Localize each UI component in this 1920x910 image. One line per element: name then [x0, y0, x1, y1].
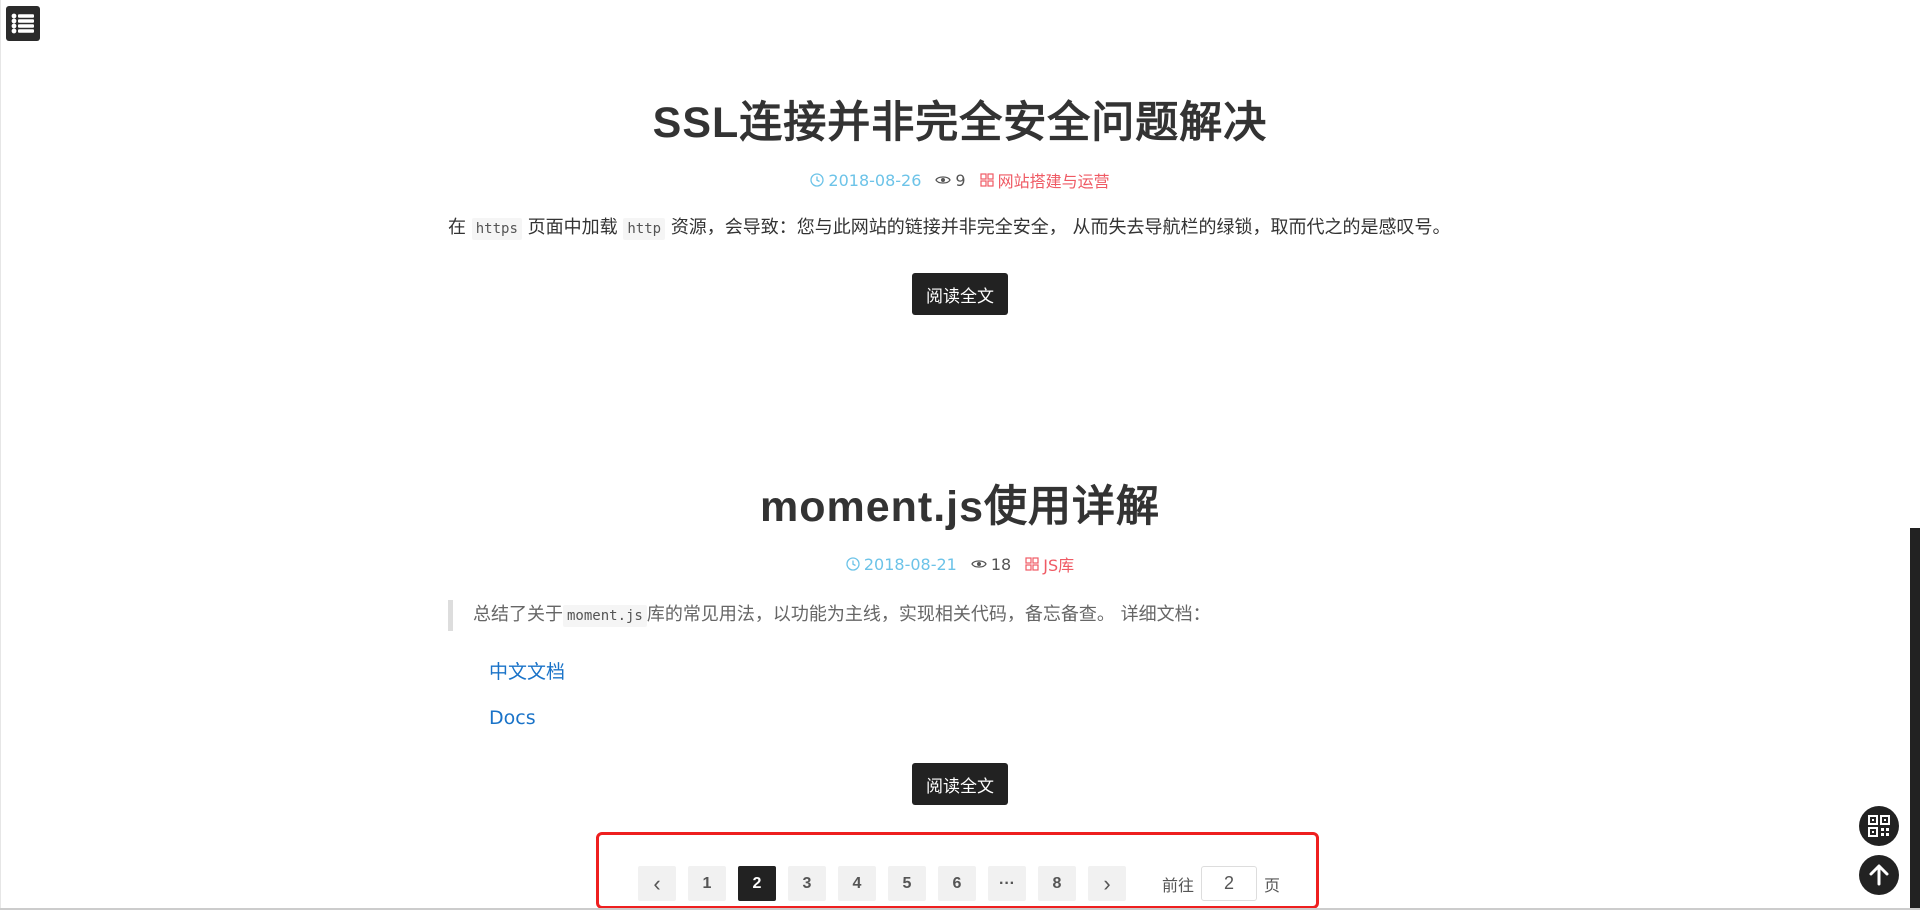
post-date: 2018-08-26 [810, 171, 921, 190]
excerpt-text: 库的常见用法，以功能为主线，实现相关代码，备忘备查。 详细文档： [646, 604, 1211, 625]
post-title[interactable]: SSL连接并非完全安全问题解决 [448, 88, 1472, 150]
post-date-text: 2018-08-26 [828, 170, 922, 190]
read-more-button[interactable]: 阅读全文 [912, 273, 1008, 315]
eye-icon [935, 176, 952, 184]
excerpt-text: 页面中加载 [527, 217, 618, 238]
more-pages-button[interactable]: ··· [988, 866, 1026, 901]
inline-code: http [623, 218, 666, 240]
prev-page-button[interactable]: ‹ [638, 866, 676, 901]
grid-icon [979, 173, 994, 187]
eye-icon [971, 560, 987, 568]
menu-button[interactable] [6, 6, 40, 41]
qrcode-button[interactable] [1859, 806, 1899, 846]
post-meta: 2018-08-21 18 JS库 [448, 552, 1472, 576]
scrollbar-thumb[interactable] [1910, 528, 1920, 910]
link-docs[interactable]: Docs [489, 695, 1472, 741]
excerpt-text: 在 [448, 217, 466, 238]
excerpt-text: 资源，会导致：您与此网站的链接并非完全安全， 从而失去导航栏的绿锁，取而代之的是… [670, 217, 1451, 238]
goto-page: 前往 页 [1162, 866, 1280, 901]
read-more-button[interactable]: 阅读全文 [912, 763, 1008, 805]
excerpt-text: 总结了关于 [473, 604, 563, 625]
post-date: 2018-08-21 [846, 555, 957, 574]
post-moment: moment.js使用详解 2018-08-21 18 JS库 总结了关于 mom… [448, 472, 1472, 805]
doc-links: 中文文档 Docs [448, 649, 1472, 741]
page-6-button[interactable]: 6 [938, 866, 976, 901]
post-views-count: 18 [990, 554, 1012, 574]
link-chinese-docs[interactable]: 中文文档 [489, 649, 1472, 695]
chevron-right-icon: › [1103, 870, 1111, 896]
inline-code: https [471, 218, 522, 240]
page-1-button[interactable]: 1 [688, 866, 726, 901]
inline-code: moment.js [563, 605, 647, 627]
post-excerpt: 在 https 页面中加载 http 资源，会导致：您与此网站的链接并非完全安全… [448, 208, 1472, 249]
page-3-button[interactable]: 3 [788, 866, 826, 901]
menu-icon [11, 13, 34, 33]
post-blockquote: 总结了关于 moment.js 库的常见用法，以功能为主线，实现相关代码，备忘备查。… [448, 600, 1472, 631]
clock-icon [810, 173, 825, 187]
grid-icon [1025, 557, 1039, 571]
page-4-button[interactable]: 4 [838, 866, 876, 901]
goto-suffix: 页 [1264, 875, 1281, 895]
post-ssl: SSL连接并非完全安全问题解决 2018-08-26 9 网站搭建与运营 在 h… [448, 88, 1472, 315]
post-title[interactable]: moment.js使用详解 [448, 472, 1472, 534]
post-category-text: JS库 [1043, 556, 1075, 575]
post-views: 9 [935, 170, 966, 190]
post-category[interactable]: JS库 [1025, 552, 1074, 576]
page-left-border [0, 0, 1, 910]
goto-page-input[interactable] [1201, 866, 1258, 901]
post-category-text: 网站搭建与运营 [997, 172, 1110, 191]
goto-prefix: 前往 [1162, 875, 1195, 895]
pagination: ‹ 1 2 3 4 5 6 ··· 8 › 前往 页 [638, 866, 1280, 901]
back-to-top-button[interactable] [1859, 855, 1899, 895]
post-views: 18 [971, 555, 1011, 574]
clock-icon [846, 557, 860, 571]
post-date-text: 2018-08-21 [863, 554, 957, 574]
post-category[interactable]: 网站搭建与运营 [979, 168, 1110, 192]
qrcode-icon [1868, 815, 1890, 837]
arrow-up-icon [1869, 864, 1889, 886]
page-5-button[interactable]: 5 [888, 866, 926, 901]
page-2-button[interactable]: 2 [738, 866, 776, 901]
chevron-left-icon: ‹ [653, 870, 661, 896]
next-page-button[interactable]: › [1088, 866, 1126, 901]
post-views-count: 9 [955, 170, 966, 190]
page-8-button[interactable]: 8 [1038, 866, 1076, 901]
post-meta: 2018-08-26 9 网站搭建与运营 [448, 168, 1472, 192]
